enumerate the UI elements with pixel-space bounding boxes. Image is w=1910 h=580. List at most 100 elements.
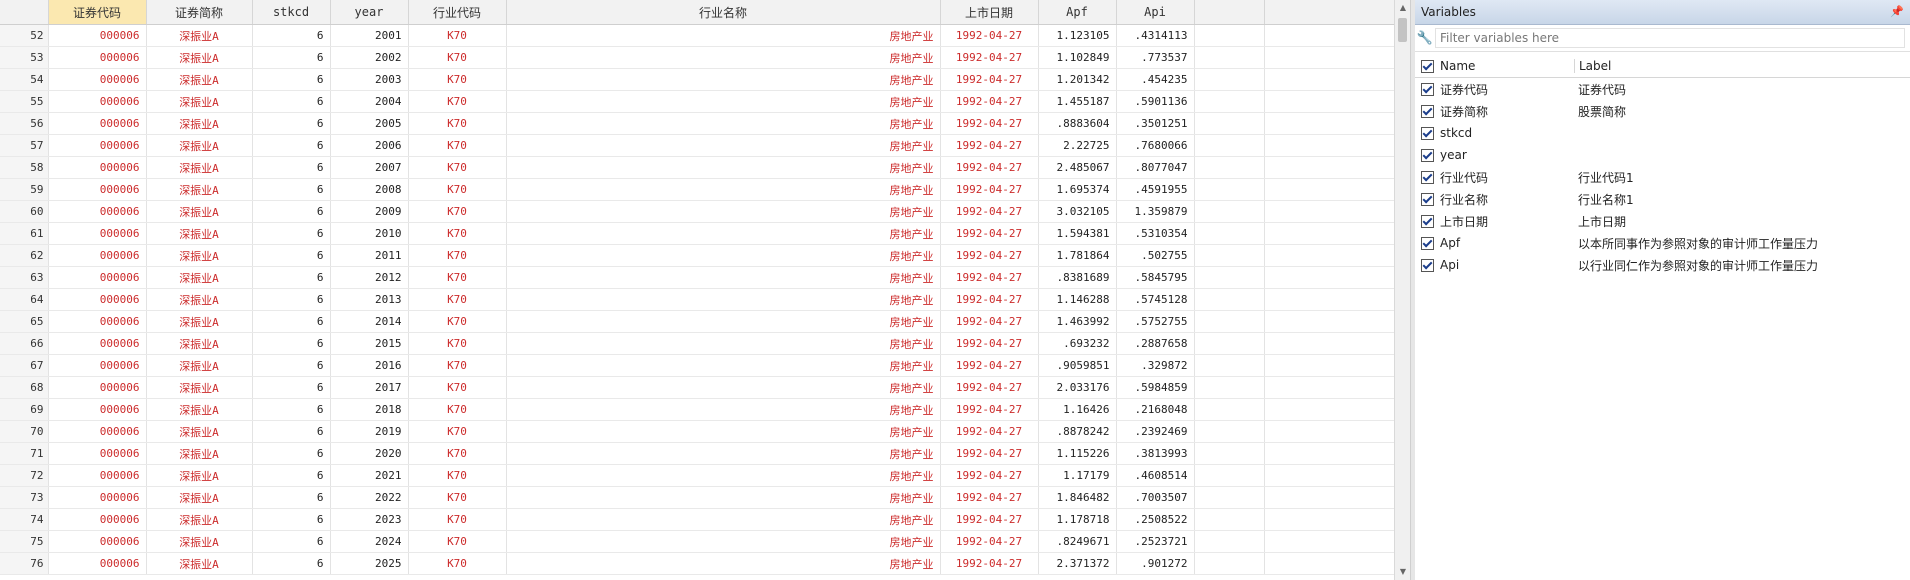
cell-apf[interactable]: .693232 [1038,332,1117,355]
cell-apf[interactable]: 2.371372 [1038,552,1117,575]
cell-industry-name[interactable]: 房地产业 [506,244,941,267]
empty-cell[interactable] [1264,134,1394,157]
cell-api[interactable]: .5901136 [1116,90,1195,113]
cell-api[interactable]: .2887658 [1116,332,1195,355]
cell-year[interactable]: 2020 [330,442,409,465]
cell-api[interactable]: 1.359879 [1116,200,1195,223]
cell-apf[interactable]: 1.846482 [1038,486,1117,509]
cell-industry-name[interactable]: 房地产业 [506,310,941,333]
cell-listing-date[interactable]: 1992-04-27 [940,376,1039,399]
column-header[interactable]: 证券简称 [146,0,253,25]
row-number[interactable]: 75 [0,530,49,553]
cell-apf[interactable]: 2.22725 [1038,134,1117,157]
empty-cell[interactable] [1194,134,1265,157]
cell-year[interactable]: 2022 [330,486,409,509]
cell-year[interactable]: 2010 [330,222,409,245]
cell-listing-date[interactable]: 1992-04-27 [940,244,1039,267]
cell-securities-code[interactable]: 000006 [48,442,147,465]
header-label[interactable]: Label [1575,59,1611,73]
row-number[interactable]: 73 [0,486,49,509]
cell-api[interactable]: .3813993 [1116,442,1195,465]
cell-securities-short-name[interactable]: 深振业A [146,24,253,47]
cell-securities-short-name[interactable]: 深振业A [146,222,253,245]
scroll-thumb[interactable] [1398,18,1407,42]
cell-securities-code[interactable]: 000006 [48,244,147,267]
cell-listing-date[interactable]: 1992-04-27 [940,288,1039,311]
variable-checkbox[interactable] [1421,104,1434,118]
table-row[interactable]: 62 000006 深振业A 6 2011 K70 房地产业 1992-04-27 1.7818… [0,244,1394,267]
column-header[interactable]: stkcd [252,0,331,25]
row-number[interactable]: 55 [0,90,49,113]
variable-checkbox[interactable] [1421,214,1434,228]
cell-stkcd[interactable]: 6 [252,24,331,47]
empty-cell[interactable] [1194,46,1265,69]
empty-cell[interactable] [1264,156,1394,179]
cell-listing-date[interactable]: 1992-04-27 [940,442,1039,465]
cell-securities-code[interactable]: 000006 [48,464,147,487]
cell-year[interactable]: 2012 [330,266,409,289]
cell-securities-code[interactable]: 000006 [48,134,147,157]
cell-year[interactable]: 2003 [330,68,409,91]
row-number[interactable]: 60 [0,200,49,223]
column-header[interactable]: 上市日期 [940,0,1039,25]
cell-listing-date[interactable]: 1992-04-27 [940,530,1039,553]
table-row[interactable]: 72 000006 深振业A 6 2021 K70 房地产业 1992-04-27 1.1717… [0,464,1394,487]
cell-apf[interactable]: 1.201342 [1038,68,1117,91]
table-row[interactable]: 60 000006 深振业A 6 2009 K70 房地产业 1992-04-27 3.0321… [0,200,1394,223]
cell-stkcd[interactable]: 6 [252,46,331,69]
cell-stkcd[interactable]: 6 [252,376,331,399]
row-number[interactable]: 54 [0,68,49,91]
vertical-scrollbar[interactable]: ▲ ▼ [1394,0,1411,580]
cell-apf[interactable]: .8878242 [1038,420,1117,443]
cell-year[interactable]: 2001 [330,24,409,47]
cell-industry-name[interactable]: 房地产业 [506,24,941,47]
row-number[interactable]: 61 [0,222,49,245]
cell-api[interactable]: .5752755 [1116,310,1195,333]
empty-cell[interactable] [1264,442,1394,465]
row-number[interactable]: 52 [0,24,49,47]
variable-row[interactable]: 上市日期 上市日期 [1415,210,1910,232]
cell-year[interactable]: 2002 [330,46,409,69]
cell-listing-date[interactable]: 1992-04-27 [940,134,1039,157]
empty-cell[interactable] [1264,398,1394,421]
table-row[interactable]: 58 000006 深振业A 6 2007 K70 房地产业 1992-04-27 2.4850… [0,156,1394,179]
cell-listing-date[interactable]: 1992-04-27 [940,486,1039,509]
empty-cell[interactable] [1194,288,1265,311]
cell-securities-code[interactable]: 000006 [48,376,147,399]
variable-checkbox[interactable] [1421,82,1434,96]
variable-checkbox[interactable] [1421,258,1434,272]
table-row[interactable]: 53 000006 深振业A 6 2002 K70 房地产业 1992-04-27 1.1028… [0,46,1394,69]
cell-industry-code[interactable]: K70 [408,354,507,377]
cell-industry-code[interactable]: K70 [408,90,507,113]
variable-checkbox[interactable] [1421,126,1434,140]
cell-securities-code[interactable]: 000006 [48,222,147,245]
cell-securities-code[interactable]: 000006 [48,420,147,443]
cell-year[interactable]: 2004 [330,90,409,113]
row-number[interactable]: 70 [0,420,49,443]
cell-api[interactable]: .329872 [1116,354,1195,377]
variable-row[interactable]: 证券代码 证券代码 [1415,78,1910,100]
cell-securities-short-name[interactable]: 深振业A [146,530,253,553]
cell-industry-code[interactable]: K70 [408,530,507,553]
cell-year[interactable]: 2021 [330,464,409,487]
empty-cell[interactable] [1194,398,1265,421]
cell-listing-date[interactable]: 1992-04-27 [940,200,1039,223]
cell-api[interactable]: .5310354 [1116,222,1195,245]
cell-industry-name[interactable]: 房地产业 [506,552,941,575]
cell-apf[interactable]: .8381689 [1038,266,1117,289]
variable-row[interactable]: Apf 以本所同事作为参照对象的审计师工作量压力 [1415,232,1910,254]
variable-checkbox[interactable] [1421,170,1434,184]
empty-cell[interactable] [1194,420,1265,443]
cell-securities-short-name[interactable]: 深振业A [146,46,253,69]
cell-securities-code[interactable]: 000006 [48,310,147,333]
table-row[interactable]: 52 000006 深振业A 6 2001 K70 房地产业 1992-04-27 1.1231… [0,24,1394,47]
cell-securities-short-name[interactable]: 深振业A [146,68,253,91]
table-row[interactable]: 66 000006 深振业A 6 2015 K70 房地产业 1992-04-27.69323… [0,332,1394,355]
cell-apf[interactable]: 2.485067 [1038,156,1117,179]
cell-industry-name[interactable]: 房地产业 [506,90,941,113]
cell-industry-name[interactable]: 房地产业 [506,178,941,201]
cell-securities-short-name[interactable]: 深振业A [146,288,253,311]
empty-cell[interactable] [1264,310,1394,333]
cell-industry-name[interactable]: 房地产业 [506,222,941,245]
cell-apf[interactable]: 1.17179 [1038,464,1117,487]
